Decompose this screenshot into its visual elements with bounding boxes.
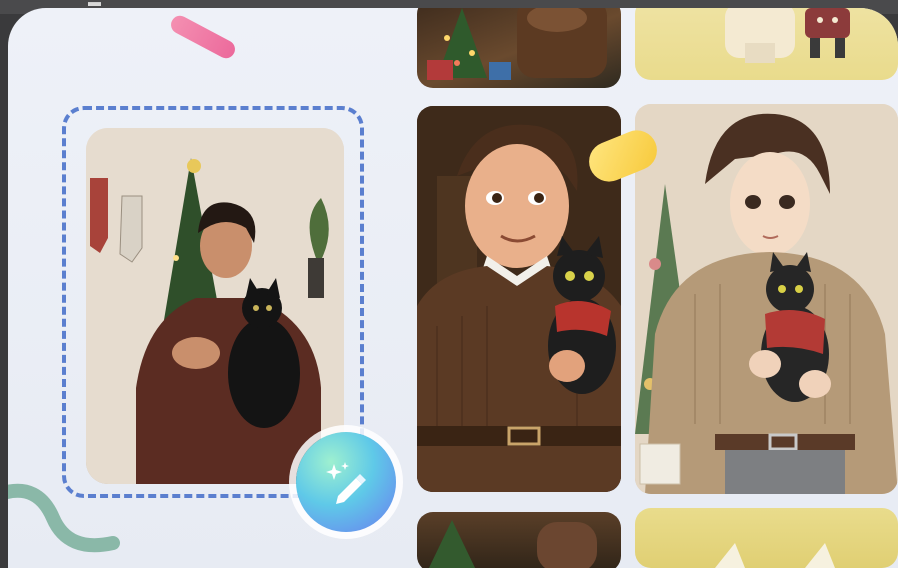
generated-image-tile[interactable]	[417, 8, 621, 88]
christmas-scene-illustration	[427, 8, 607, 80]
original-photo[interactable]	[86, 128, 344, 484]
anime-man-with-cat-illustration	[635, 104, 898, 494]
generated-image-tile[interactable]	[635, 508, 898, 568]
generated-image-tile[interactable]	[635, 8, 898, 80]
pink-confetti-shape	[167, 12, 239, 62]
yellow-scene-illustration	[715, 543, 835, 568]
magic-edit-button[interactable]	[296, 432, 396, 532]
generated-image-anime[interactable]	[635, 104, 898, 494]
cartoon-scene-illustration	[428, 520, 597, 568]
sparkle-pencil-icon	[326, 462, 366, 504]
man-with-cat-photo	[86, 128, 344, 484]
plush-figure-illustration	[725, 8, 850, 63]
showcase-card	[8, 8, 898, 568]
generated-image-tile[interactable]	[417, 512, 621, 568]
